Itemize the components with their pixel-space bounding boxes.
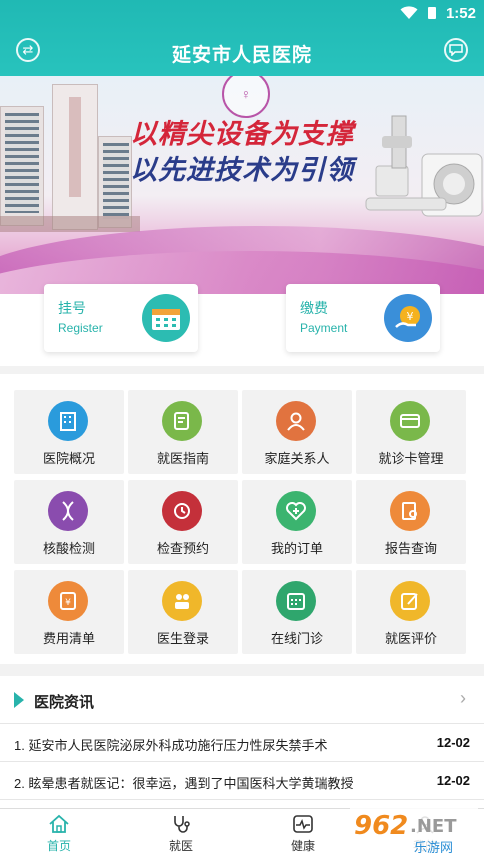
service-evaluation[interactable]: 就医评价 [356, 570, 466, 654]
site-watermark-logo-icon: 962 .NET 乐游网 [350, 806, 478, 858]
service-label: 就诊卡管理 [378, 451, 444, 466]
service-label: 我的订单 [270, 541, 323, 556]
news-title: 医院资讯 [34, 694, 95, 711]
building-image [0, 106, 44, 226]
service-label: 费用清单 [42, 631, 95, 646]
service-label: 检查预约 [156, 541, 209, 556]
service-label: 核酸检测 [42, 541, 95, 556]
payment-title: 缴费 [300, 300, 328, 316]
medical-equipment-image [365, 115, 483, 217]
slogan-line-1: 以精尖设备为支撑 [130, 119, 354, 149]
payment-card[interactable]: 缴费 Payment ¥ [286, 284, 440, 352]
service-card-management[interactable]: 就诊卡管理 [356, 390, 466, 474]
edit-icon [390, 581, 430, 621]
home-icon [14, 813, 104, 835]
service-online-clinic[interactable]: 在线门诊 [242, 570, 352, 654]
svg-text:¥: ¥ [407, 310, 414, 323]
bottom-tab-bar: 首页 就医 健康 我的 962 .NET 乐游网 [0, 806, 484, 860]
service-label: 报告查询 [384, 541, 437, 556]
slogan-line-2: 以先进技术为引领 [130, 155, 354, 185]
doctor-icon [162, 581, 202, 621]
hero-banner[interactable]: ♀ 以精尖设备为支撑 以先进技术为引领 [0, 76, 484, 294]
chevron-right-icon[interactable]: › [460, 688, 466, 709]
heartbeat-icon [258, 813, 348, 835]
service-exam-appointment[interactable]: 检查预约 [128, 480, 238, 564]
card-icon [390, 401, 430, 441]
service-label: 家庭关系人 [264, 451, 330, 466]
tab-medical[interactable]: 就医 [136, 813, 226, 854]
stethoscope-icon [136, 813, 226, 835]
news-section: 医院资讯 › 1. 延安市人民医院泌尿外科成功施行压力性尿失禁手术 12-02 … [0, 676, 484, 808]
register-card[interactable]: 挂号 Register [44, 284, 198, 352]
page-title: 延安市人民医院 [171, 45, 312, 66]
report-icon [390, 491, 430, 531]
tab-label: 健康 [290, 839, 315, 853]
service-bill-list[interactable]: ¥ 费用清单 [14, 570, 124, 654]
news-item-date: 12-02 [436, 773, 470, 788]
news-header[interactable]: 医院资讯 › [0, 676, 484, 724]
service-label: 就医评价 [384, 631, 437, 646]
service-hospital-overview[interactable]: 医院概况 [14, 390, 124, 474]
news-item[interactable]: 1. 延安市人民医院泌尿外科成功施行压力性尿失禁手术 12-02 [0, 724, 484, 762]
service-report-query[interactable]: 报告查询 [356, 480, 466, 564]
payment-subtitle: Payment [300, 321, 348, 335]
appointment-icon [162, 491, 202, 531]
wifi-icon [400, 6, 418, 19]
svg-text:¥: ¥ [65, 598, 71, 608]
building-image [98, 136, 132, 228]
calendar-icon [276, 581, 316, 621]
dna-icon [48, 491, 88, 531]
signal-icon [427, 7, 436, 19]
calendar-icon [142, 294, 190, 342]
status-time: 1:52 [445, 4, 476, 22]
service-my-orders[interactable]: 我的订单 [242, 480, 352, 564]
svg-text:.NET: .NET [410, 816, 457, 837]
service-label: 医生登录 [156, 631, 209, 646]
news-item-date: 12-02 [436, 735, 470, 750]
app-header: 1:52 ⇄ 延安市人民医院 [0, 0, 484, 76]
svg-text:乐游网: 乐游网 [414, 841, 453, 856]
service-nucleic-test[interactable]: 核酸检测 [14, 480, 124, 564]
quick-actions: 挂号 Register 缴费 Payment ¥ [0, 284, 484, 366]
coin-icon: ¥ [384, 294, 432, 342]
service-family-contacts[interactable]: 家庭关系人 [242, 390, 352, 474]
tab-label: 就医 [168, 839, 193, 853]
building-image [52, 84, 98, 230]
person-icon [276, 401, 316, 441]
register-title: 挂号 [58, 300, 86, 316]
service-guide[interactable]: 就医指南 [128, 390, 238, 474]
tab-home[interactable]: 首页 [14, 813, 104, 854]
triangle-icon [14, 692, 24, 708]
status-bar: 1:52 [400, 4, 476, 22]
guide-icon [162, 401, 202, 441]
svg-text:962: 962 [354, 811, 408, 841]
message-icon[interactable] [444, 38, 468, 62]
service-label: 就医指南 [156, 451, 209, 466]
service-label: 在线门诊 [270, 631, 323, 646]
news-item-text: 2. 眩晕患者就医记：很幸运，遇到了中国医科大学黄瑞教授 [14, 776, 354, 791]
service-label: 医院概况 [42, 451, 95, 466]
service-doctor-login[interactable]: 医生登录 [128, 570, 238, 654]
news-item[interactable]: 2. 眩晕患者就医记：很幸运，遇到了中国医科大学黄瑞教授 12-02 [0, 762, 484, 800]
bill-icon: ¥ [48, 581, 88, 621]
order-icon [276, 491, 316, 531]
service-grid: 医院概况 就医指南 家庭关系人 就诊卡管理 核酸检测 检查预约 我的订单 报告查… [0, 374, 484, 664]
tab-label: 首页 [46, 839, 71, 853]
tab-health[interactable]: 健康 [258, 813, 348, 854]
news-item-text: 1. 延安市人民医院泌尿外科成功施行压力性尿失禁手术 [14, 738, 328, 753]
register-subtitle: Register [58, 321, 103, 335]
building-icon [48, 401, 88, 441]
